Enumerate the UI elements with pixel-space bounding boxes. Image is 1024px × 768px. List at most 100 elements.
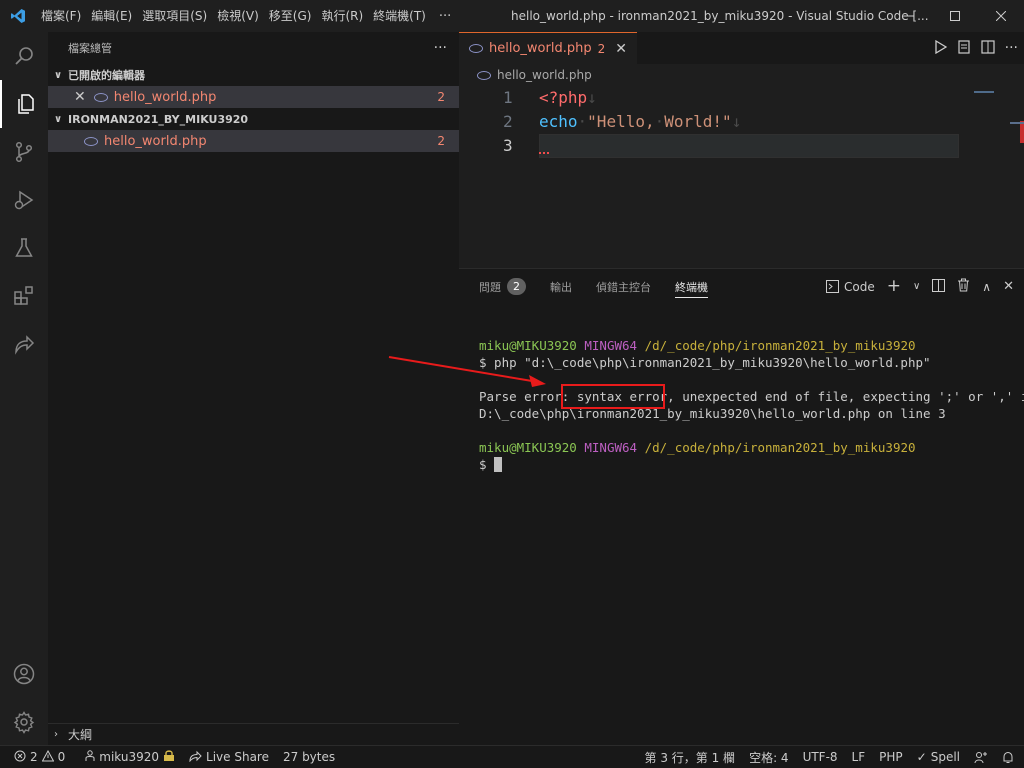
outline-section[interactable]: › 大綱 (48, 723, 459, 745)
tab-terminal[interactable]: 終端機 (675, 269, 708, 304)
code-token: · (654, 112, 665, 131)
open-editors-section[interactable]: ∨ 已開啟的編輯器 (48, 64, 459, 86)
panel-tabs: 問題 2 輸出 偵錯主控台 終端機 Code + ∨ ∧ ✕ (459, 269, 1024, 304)
notifications-bell-icon[interactable] (995, 751, 1024, 764)
tab-output[interactable]: 輸出 (550, 269, 572, 304)
editor-area: hello_world.php 2 ✕ ··· hello_world.php … (459, 32, 1024, 268)
problems-count-badge: 2 (507, 278, 526, 295)
code-token: · (577, 112, 588, 131)
close-icon[interactable]: ✕ (615, 41, 627, 57)
minimap[interactable] (966, 88, 1024, 268)
more-actions-icon[interactable]: ··· (1005, 40, 1018, 56)
menu-go[interactable]: 移至(G) (264, 0, 317, 32)
prompt-user: miku@MIKU3920 (479, 338, 577, 353)
cursor-position[interactable]: 第 3 行，第 1 欄 (638, 749, 743, 766)
line-content: echo·"Hello,·World!"↓ (539, 110, 741, 134)
title-bar: 檔案(F) 編輯(E) 選取項目(S) 檢視(V) 移至(G) 執行(R) 終端… (0, 0, 1024, 32)
code-editor[interactable]: 1 <?php↓ 2 echo·"Hello,·World!"↓ 3 (459, 86, 1024, 158)
menu-more-button[interactable]: ··· (431, 9, 459, 24)
close-icon[interactable]: ✕ (1003, 279, 1014, 294)
testing-icon[interactable] (0, 224, 48, 272)
problem-count: 2 (437, 90, 445, 104)
close-window-button[interactable] (978, 0, 1024, 32)
menu-terminal[interactable]: 終端機(T) (368, 0, 431, 32)
open-editor-item[interactable]: ✕ hello_world.php 2 (48, 86, 459, 108)
feedback-icon[interactable] (967, 751, 995, 764)
menu-selection[interactable]: 選取項目(S) (137, 0, 212, 32)
new-terminal-icon[interactable]: + (887, 278, 901, 295)
explorer-icon[interactable] (0, 80, 48, 128)
php-file-icon (469, 44, 483, 53)
file-item[interactable]: hello_world.php 2 (48, 130, 459, 152)
terminal-prompt-line: miku@MIKU3920 MINGW64 /d/_code/php/ironm… (479, 439, 1024, 456)
terminal-command: $ php "d:\_code\php\ironman2021_by_miku3… (479, 355, 931, 370)
tab-problem-badge: 2 (597, 41, 606, 56)
menu-edit[interactable]: 編輯(E) (86, 0, 137, 32)
run-debug-icon[interactable] (0, 176, 48, 224)
menu-view[interactable]: 檢視(V) (212, 0, 264, 32)
maximize-panel-icon[interactable]: ∧ (982, 280, 991, 294)
tab-output-label: 輸出 (550, 280, 572, 294)
run-icon[interactable] (933, 39, 947, 57)
open-preview-icon[interactable] (957, 39, 971, 57)
sidebar-more-button[interactable]: ··· (434, 40, 447, 56)
sidebar-title: 檔案總管 (68, 42, 112, 55)
source-control-icon[interactable] (0, 128, 48, 176)
breadcrumb[interactable]: hello_world.php (459, 64, 1024, 86)
tab-problems[interactable]: 問題 2 (479, 269, 526, 304)
sidebar-header: 檔案總管 ··· (48, 32, 459, 64)
tab-hello-world[interactable]: hello_world.php 2 ✕ (459, 32, 637, 64)
tab-terminal-label: 終端機 (675, 280, 708, 294)
bottom-panel: 問題 2 輸出 偵錯主控台 終端機 Code + ∨ ∧ ✕ miku@MIKU… (459, 268, 1024, 745)
menu-file[interactable]: 檔案(F) (36, 0, 86, 32)
file-size: 27 bytes (282, 750, 336, 764)
code-line[interactable]: 1 <?php↓ (459, 86, 1024, 110)
folder-label: IRONMAN2021_BY_MIKU3920 (68, 112, 249, 126)
prompt-path: /d/_code/php/ironman2021_by_miku3920 (644, 440, 916, 455)
error-icon (14, 750, 26, 765)
language-mode[interactable]: PHP (872, 750, 910, 764)
breadcrumb-file: hello_world.php (497, 68, 592, 82)
check-icon: ✓ (916, 750, 927, 764)
indentation-status[interactable]: 空格: 4 (742, 749, 796, 766)
split-terminal-icon[interactable] (932, 278, 946, 295)
live-share-icon[interactable] (0, 320, 48, 368)
lock-icon (163, 749, 175, 765)
terminal-cursor (494, 457, 503, 472)
close-icon[interactable]: ✕ (74, 89, 86, 105)
user-status[interactable]: miku3920 (78, 749, 182, 765)
split-editor-icon[interactable] (981, 39, 995, 57)
code-line[interactable]: 3 (459, 134, 1024, 158)
window-controls (886, 0, 1024, 32)
eol-status[interactable]: LF (845, 750, 873, 764)
terminal-selector[interactable]: Code (825, 280, 875, 294)
prompt-symbol: $ (479, 457, 495, 472)
code-line[interactable]: 2 echo·"Hello,·World!"↓ (459, 110, 1024, 134)
menu-run[interactable]: 執行(R) (316, 0, 368, 32)
extensions-icon[interactable] (0, 272, 48, 320)
trash-icon[interactable] (957, 278, 970, 295)
open-editors-label: 已開啟的編輯器 (68, 69, 145, 82)
settings-gear-icon[interactable] (0, 698, 48, 746)
account-icon[interactable] (0, 650, 48, 698)
line-number: 3 (503, 136, 513, 155)
line-number: 1 (503, 88, 513, 107)
php-file-icon (93, 92, 108, 102)
live-share-label: Live Share (206, 750, 269, 764)
outline-label: 大綱 (68, 728, 93, 742)
editor-tabs: hello_world.php 2 ✕ ··· (459, 32, 1024, 64)
search-icon[interactable] (0, 32, 48, 80)
maximize-button[interactable] (932, 0, 978, 32)
warning-icon (41, 749, 54, 765)
chevron-down-icon[interactable]: ∨ (913, 281, 920, 292)
minimize-button[interactable] (886, 0, 932, 32)
panel-actions: Code + ∨ ∧ ✕ (825, 269, 1014, 304)
code-token: echo (539, 112, 578, 131)
folder-section[interactable]: ∨ IRONMAN2021_BY_MIKU3920 (48, 108, 459, 130)
error-count: 2 (30, 750, 38, 764)
spell-status[interactable]: ✓ Spell (910, 750, 967, 764)
tab-debug-console[interactable]: 偵錯主控台 (596, 269, 651, 304)
problems-status[interactable]: 2 0 (0, 749, 72, 765)
live-share-status[interactable]: Live Share (182, 750, 276, 765)
encoding-status[interactable]: UTF-8 (796, 750, 845, 764)
